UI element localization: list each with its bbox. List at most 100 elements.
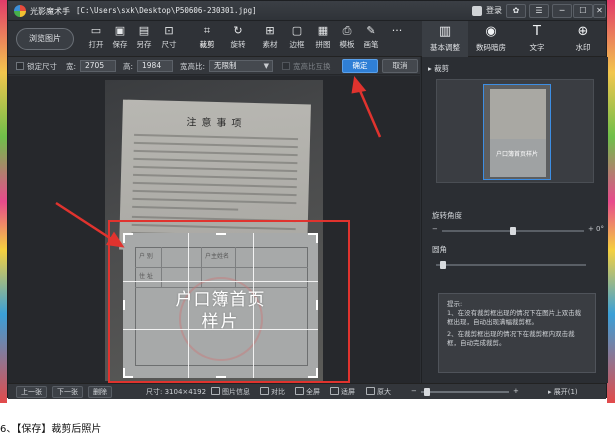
zoom-slider[interactable]	[421, 388, 509, 396]
app-window: 光影魔术手 [C:\Users\sxk\Desktop\P50606-23030…	[7, 0, 608, 399]
tool-open[interactable]: ▭ 打开	[84, 25, 108, 50]
confirm-crop-button[interactable]: 确定	[342, 59, 378, 73]
tool-label: 保存	[112, 40, 128, 49]
tool-label: 画笔	[363, 40, 379, 49]
expand-button[interactable]: ▸ 展开(1)	[548, 387, 578, 397]
delete-button[interactable]: 删除	[88, 386, 112, 398]
tab-label: 基本调整	[430, 43, 460, 52]
tab-adjust[interactable]: ▥ 基本调整	[422, 21, 468, 57]
desktop-wallpaper-right	[607, 0, 615, 403]
tool-label: 尺寸	[161, 40, 177, 49]
thumb-notice-page	[490, 89, 546, 139]
tool-label: 素材	[262, 40, 278, 49]
tool-material[interactable]: ⊞ 素材	[258, 25, 282, 50]
tool-rotate[interactable]: ↻ 旋转	[226, 25, 250, 50]
watermark-icon: ⊕	[577, 24, 589, 39]
tip-text: 1、在没有裁剪框出现的情况下在图片上双击裁框出现，自动出现满幅裁剪框。	[447, 309, 582, 326]
zoom-in-button[interactable]: +	[513, 387, 519, 395]
tab-camera[interactable]: ◉ 数码暗房	[468, 21, 514, 57]
camera-icon: ◉	[485, 24, 497, 39]
tool-more[interactable]: ···	[385, 25, 409, 39]
app-logo-icon	[14, 5, 26, 17]
compare-icon	[260, 387, 269, 395]
image-canvas[interactable]: 注意事项 户 别 户主姓名 住 址 户口簿首页 样片	[8, 76, 420, 383]
crop-icon: ⌗	[203, 24, 211, 37]
annotation-highlight-box	[108, 220, 350, 383]
tool-border[interactable]: ▢ 边框	[285, 25, 309, 50]
swap-ratio-checkbox[interactable]	[282, 62, 290, 70]
tool-template[interactable]: ⎙ 模板	[335, 25, 359, 50]
menu-button[interactable]: ☰	[529, 4, 549, 18]
collage-icon: ▦	[317, 24, 329, 37]
image-info-button[interactable]: 图片信息	[211, 387, 250, 397]
browse-images-button[interactable]: 浏览图片	[16, 28, 74, 50]
tool-collage[interactable]: ▦ 拼图	[311, 25, 335, 50]
rotate-minus[interactable]: −	[432, 225, 438, 233]
rotate-plus[interactable]: +	[588, 225, 594, 233]
open-icon: ▭	[90, 24, 102, 37]
rotate-angle-label: 旋转角度	[432, 211, 462, 220]
width-input[interactable]: 2705	[80, 60, 116, 72]
rotate-slider-knob[interactable]	[510, 227, 516, 235]
corner-slider-knob[interactable]	[440, 261, 447, 269]
ratio-label: 宽高比:	[180, 62, 206, 71]
tab-watermark[interactable]: ⊕ 水印	[560, 21, 606, 57]
tab-label: 水印	[575, 43, 591, 52]
prev-image-button[interactable]: 上一张	[16, 386, 47, 398]
preview-area: 户口簿首页样片	[436, 79, 594, 183]
thumb-caption: 户口簿首页样片	[495, 151, 538, 158]
edit-tabs: ▥ 基本调整 ◉ 数码暗房 T 文字 ⊕ 水印	[422, 21, 606, 57]
file-path: [C:\Users\sxk\Desktop\P50606-230301.jpg]	[76, 6, 257, 15]
tool-brush[interactable]: ✎ 画笔	[359, 25, 383, 50]
rotate-icon: ↻	[233, 24, 243, 37]
tool-resize[interactable]: ⊡ 尺寸	[157, 25, 181, 50]
info-icon	[211, 387, 220, 395]
login-button[interactable]: 登录	[470, 4, 507, 18]
tool-label: 边框	[289, 40, 305, 49]
original-size-icon	[366, 387, 375, 395]
save-as-icon: ▤	[138, 24, 150, 37]
skin-button[interactable]: ✿	[506, 4, 526, 18]
tool-label: 另存	[136, 40, 152, 49]
rotate-slider[interactable]	[442, 227, 584, 235]
tool-label: 模板	[339, 40, 355, 49]
next-image-button[interactable]: 下一张	[52, 386, 83, 398]
corner-radius-slider[interactable]	[436, 261, 586, 269]
desktop-wallpaper-left	[0, 0, 7, 403]
fit-screen-button[interactable]: 适屏	[330, 387, 355, 397]
zoom-slider-knob[interactable]	[424, 388, 431, 396]
image-size: 尺寸: 3104×4192	[146, 388, 207, 396]
corner-radius-label: 圆角	[432, 245, 447, 254]
border-icon: ▢	[291, 24, 303, 37]
zoom-out-button[interactable]: −	[411, 387, 417, 395]
swap-ratio-label: 宽高比互换	[293, 62, 331, 71]
tool-save-as[interactable]: ▤ 另存	[132, 25, 156, 50]
template-icon: ⎙	[342, 24, 352, 37]
minimize-button[interactable]: ─	[552, 4, 572, 18]
close-button[interactable]: ✕	[593, 4, 606, 18]
material-icon: ⊞	[265, 24, 275, 37]
screenshot-root: 光影魔术手 [C:\Users\sxk\Desktop\P50606-23030…	[0, 0, 615, 433]
lock-size-label: 锁定尺寸	[27, 62, 57, 71]
tip-text: 2、在裁剪框出现的情况下在裁剪框内双击裁框，自动完成裁剪。	[447, 330, 575, 347]
tab-text[interactable]: T 文字	[514, 21, 560, 57]
tool-label: 裁剪	[199, 40, 215, 49]
compare-button[interactable]: 对比	[260, 387, 285, 397]
tool-label: 打开	[88, 40, 104, 49]
cancel-crop-button[interactable]: 取消	[382, 59, 418, 73]
tool-save[interactable]: ▣ 保存	[108, 25, 132, 50]
width-label: 宽:	[66, 62, 77, 71]
title-bar: 光影魔术手 [C:\Users\sxk\Desktop\P50606-23030…	[8, 1, 606, 21]
crop-panel: ▸ 裁剪 户口簿首页样片 旋转角度 − + 0° 圆角 提示: 1、在没有裁剪框…	[421, 57, 608, 383]
crop-options-bar: 锁定尺寸 宽: 2705 高: 1984 宽高比: 无限制 ▼ 宽高比互换 确定 …	[8, 57, 420, 75]
resize-icon: ⊡	[164, 24, 174, 37]
ratio-select[interactable]: 无限制 ▼	[209, 60, 273, 72]
tool-crop[interactable]: ⌗ 裁剪	[195, 25, 219, 50]
preview-thumbnail[interactable]: 户口簿首页样片	[483, 84, 551, 180]
arrow-head-icon	[351, 76, 367, 94]
original-size-button[interactable]: 原大	[366, 387, 391, 397]
fullscreen-button[interactable]: 全屏	[295, 387, 320, 397]
height-input[interactable]: 1984	[137, 60, 173, 72]
lock-size-checkbox[interactable]	[16, 62, 24, 70]
maximize-button[interactable]: ☐	[573, 4, 593, 18]
